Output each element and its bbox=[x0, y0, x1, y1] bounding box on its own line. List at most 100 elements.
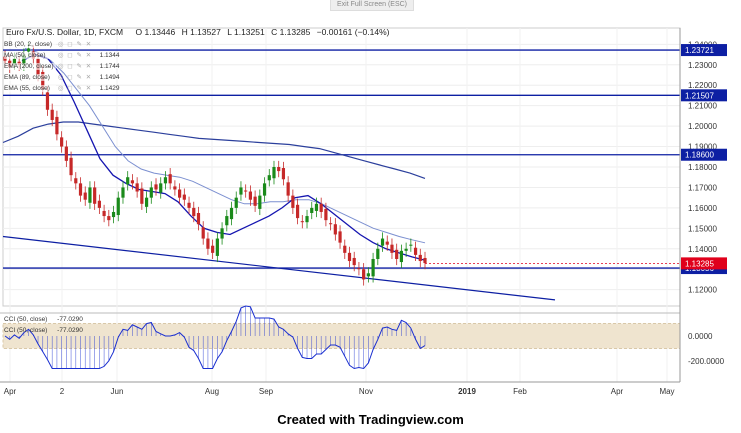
candle-body bbox=[215, 238, 219, 256]
candle-body bbox=[192, 207, 196, 217]
candle-body bbox=[310, 207, 314, 213]
candle-body bbox=[45, 92, 50, 110]
candle-body bbox=[163, 177, 168, 184]
candle-body bbox=[50, 109, 54, 120]
y-tick-label: 1.15000 bbox=[688, 224, 717, 233]
candle-body bbox=[329, 223, 333, 225]
indicator-value: 1.1429 bbox=[99, 85, 120, 92]
indicator-legend-ma50[interactable]: MA (50, close) ◎ ◻ ✎ ✕ 1.1344 bbox=[4, 51, 120, 61]
candle-body bbox=[154, 184, 158, 190]
indicator-controls[interactable]: ◎ ◻ ✎ ✕ bbox=[58, 40, 92, 48]
candle-body bbox=[281, 168, 286, 180]
candle-body bbox=[144, 197, 149, 207]
y-tick-label: 1.12000 bbox=[688, 286, 717, 295]
x-tick-label: Feb bbox=[513, 387, 527, 396]
cci-legend[interactable]: CCI (50, close) -77.0290 bbox=[4, 316, 83, 323]
x-tick-label: Sep bbox=[259, 387, 274, 396]
candle-body bbox=[314, 203, 319, 211]
candle-body bbox=[182, 194, 186, 200]
x-tick-label: Apr bbox=[4, 387, 17, 396]
candle-body bbox=[423, 257, 427, 264]
ohlc-close: C 1.13285 bbox=[271, 27, 311, 37]
cci-legend[interactable]: CCI (50, close) -77.0290 bbox=[4, 327, 83, 334]
indicator-value: 1.1494 bbox=[99, 74, 120, 81]
candle-body bbox=[277, 167, 281, 172]
y-tick-label: 1.21000 bbox=[688, 102, 717, 111]
candle-body bbox=[385, 241, 389, 245]
candle-body bbox=[295, 204, 300, 219]
candle-body bbox=[121, 187, 125, 198]
y-tick-label: 1.23000 bbox=[688, 61, 717, 70]
candle-body bbox=[102, 210, 106, 217]
candle-body bbox=[178, 189, 182, 198]
candle-body bbox=[357, 268, 361, 270]
candle-body bbox=[173, 186, 177, 190]
symbol-title[interactable]: Euro Fx/U.S. Dollar, 1D, FXCM bbox=[6, 27, 123, 37]
price-axis[interactable]: 1.240001.230001.220001.210001.200001.190… bbox=[679, 28, 725, 382]
candle-body bbox=[395, 249, 399, 259]
candle-body bbox=[366, 273, 370, 277]
cci-band bbox=[2, 323, 681, 349]
candle-body bbox=[286, 182, 290, 196]
indicator-legend-bb[interactable]: BB (20, 2, close) ◎ ◻ ✎ ✕ bbox=[4, 40, 92, 50]
candle-body bbox=[211, 245, 215, 253]
ohlc-change: −0.00161 (−0.14%) bbox=[316, 27, 390, 37]
candle-body bbox=[111, 211, 116, 218]
candle-body bbox=[267, 175, 271, 181]
x-tick-label: Jun bbox=[111, 387, 124, 396]
price-badges: 1.237211.215071.186001.130561.13285 bbox=[425, 44, 727, 275]
cci-tick-label: -200.0000 bbox=[688, 357, 725, 366]
ohlc-low: L 1.13251 bbox=[227, 27, 265, 37]
candle-body bbox=[380, 238, 385, 246]
candle-body bbox=[107, 216, 111, 221]
candle-body bbox=[196, 212, 201, 225]
indicator-value: 1.1344 bbox=[99, 52, 120, 59]
indicator-legend-ema55[interactable]: EMA (55, close) ◎ ◻ ✎ ✕ 1.1429 bbox=[4, 84, 120, 94]
indicator-controls[interactable]: ◎ ◻ ✎ ✕ bbox=[58, 51, 92, 59]
indicator-legend-ema89[interactable]: EMA (89, close) ◎ ◻ ✎ ✕ 1.1494 bbox=[4, 73, 120, 83]
candle-body bbox=[220, 228, 224, 239]
candle-body bbox=[168, 174, 172, 184]
y-tick-label: 1.14000 bbox=[688, 245, 717, 254]
candle-body bbox=[140, 188, 144, 204]
candle-body bbox=[88, 187, 92, 203]
candle-body bbox=[234, 197, 238, 208]
indicator-controls[interactable]: ◎ ◻ ✎ ✕ bbox=[58, 62, 92, 70]
indicator-label: EMA (89, close) bbox=[4, 74, 56, 81]
candle-body bbox=[362, 269, 366, 280]
cci-pane bbox=[0, 305, 681, 370]
cci-tick-label: 0.0000 bbox=[688, 332, 713, 341]
candle-body bbox=[272, 167, 276, 179]
candle-body bbox=[97, 200, 101, 208]
candle-body bbox=[93, 187, 97, 204]
candle-body bbox=[69, 157, 73, 176]
candle-body bbox=[262, 183, 267, 196]
candle-body bbox=[319, 203, 323, 212]
candle-body bbox=[55, 116, 59, 135]
indicator-label: MA (50, close) bbox=[4, 52, 56, 59]
y-tick-label: 1.16000 bbox=[688, 204, 717, 213]
time-axis[interactable]: Apr 2 Jun Aug Sep Nov 2019 Feb Apr May bbox=[0, 381, 680, 396]
candle-body bbox=[225, 216, 229, 226]
candle-body bbox=[324, 208, 328, 221]
level-badge-label: 1.21507 bbox=[685, 91, 714, 100]
candle-body bbox=[206, 238, 210, 249]
candle-body bbox=[130, 180, 135, 184]
candle-body bbox=[135, 183, 139, 192]
candle-body bbox=[305, 216, 309, 223]
candle-body bbox=[333, 224, 337, 235]
x-tick-label: May bbox=[659, 387, 674, 396]
candle-body bbox=[376, 248, 380, 259]
indicator-controls[interactable]: ◎ ◻ ✎ ✕ bbox=[58, 73, 92, 81]
y-tick-label: 1.20000 bbox=[688, 122, 717, 131]
candle-body bbox=[338, 231, 342, 243]
indicator-controls[interactable]: ◎ ◻ ✎ ✕ bbox=[58, 84, 92, 92]
cci-value: -77.0290 bbox=[57, 316, 83, 323]
exit-fullscreen-button[interactable]: Exit Full Screen (ESC) bbox=[330, 0, 414, 11]
candle-body bbox=[404, 248, 408, 251]
x-tick-label: 2 bbox=[60, 387, 65, 396]
candle-body bbox=[258, 195, 262, 209]
indicator-legend-ema200[interactable]: EMA (200, close) ◎ ◻ ✎ ✕ 1.1744 bbox=[4, 62, 120, 72]
y-tick-label: 1.22000 bbox=[688, 81, 717, 90]
candle-body bbox=[413, 247, 418, 255]
